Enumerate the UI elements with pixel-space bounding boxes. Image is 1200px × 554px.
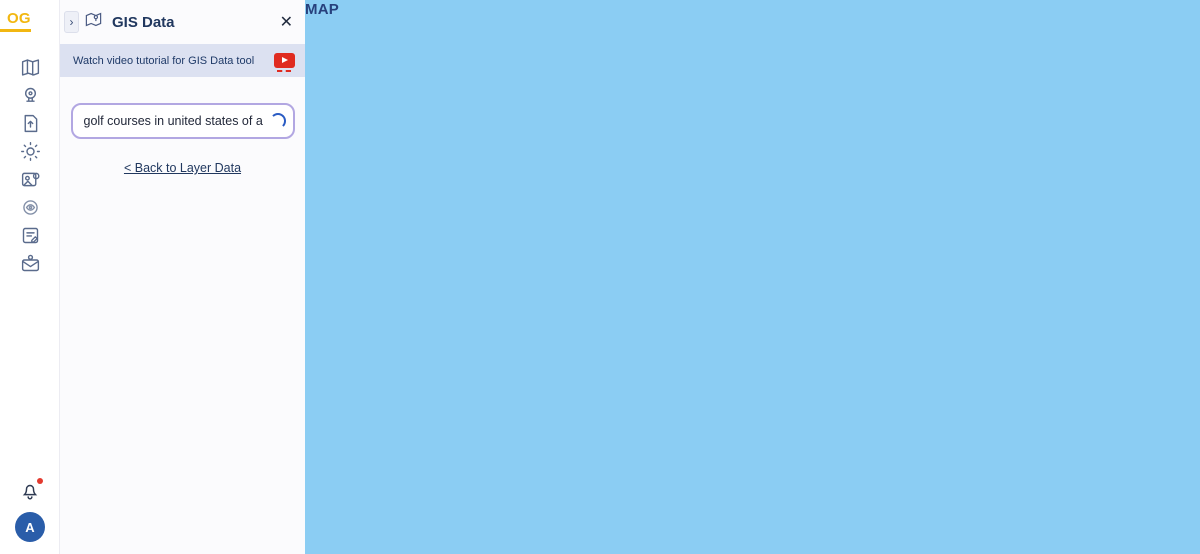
gear-icon[interactable] bbox=[19, 140, 42, 163]
location-pin-icon[interactable] bbox=[19, 84, 42, 107]
loading-spinner-icon bbox=[270, 113, 286, 129]
notification-dot bbox=[37, 478, 43, 484]
back-to-layer-data-link[interactable]: < Back to Layer Data bbox=[60, 161, 305, 175]
youtube-icon[interactable] bbox=[274, 53, 295, 68]
app-sidebar: MAPOG A bbox=[0, 0, 60, 554]
app-root: Atla Oce P O bbox=[0, 0, 1200, 554]
gis-data-icon bbox=[84, 10, 103, 34]
banner-label: Watch video tutorial for GIS Data tool bbox=[73, 55, 254, 67]
photo-user-icon[interactable] bbox=[19, 168, 42, 191]
user-avatar[interactable]: A bbox=[15, 512, 45, 542]
video-tutorial-banner[interactable]: Watch video tutorial for GIS Data tool bbox=[60, 44, 305, 77]
mapog-logo[interactable]: MAPOG bbox=[0, 0, 31, 32]
mail-pin-icon[interactable] bbox=[19, 252, 42, 275]
gis-data-panel: › GIS Data ✕ Watch video tutorial for GI… bbox=[60, 0, 305, 554]
gis-search-input[interactable] bbox=[71, 103, 295, 139]
panel-close-button[interactable]: ✕ bbox=[280, 12, 293, 32]
form-edit-icon[interactable] bbox=[19, 224, 42, 247]
gear-eye-icon[interactable] bbox=[19, 196, 42, 219]
notification-bell-icon[interactable] bbox=[19, 480, 41, 502]
file-upload-icon[interactable] bbox=[19, 112, 42, 135]
map-icon[interactable] bbox=[19, 56, 42, 79]
panel-header: › GIS Data ✕ bbox=[60, 0, 305, 44]
panel-collapse-button[interactable]: › bbox=[64, 11, 79, 33]
panel-title: GIS Data bbox=[112, 14, 175, 31]
